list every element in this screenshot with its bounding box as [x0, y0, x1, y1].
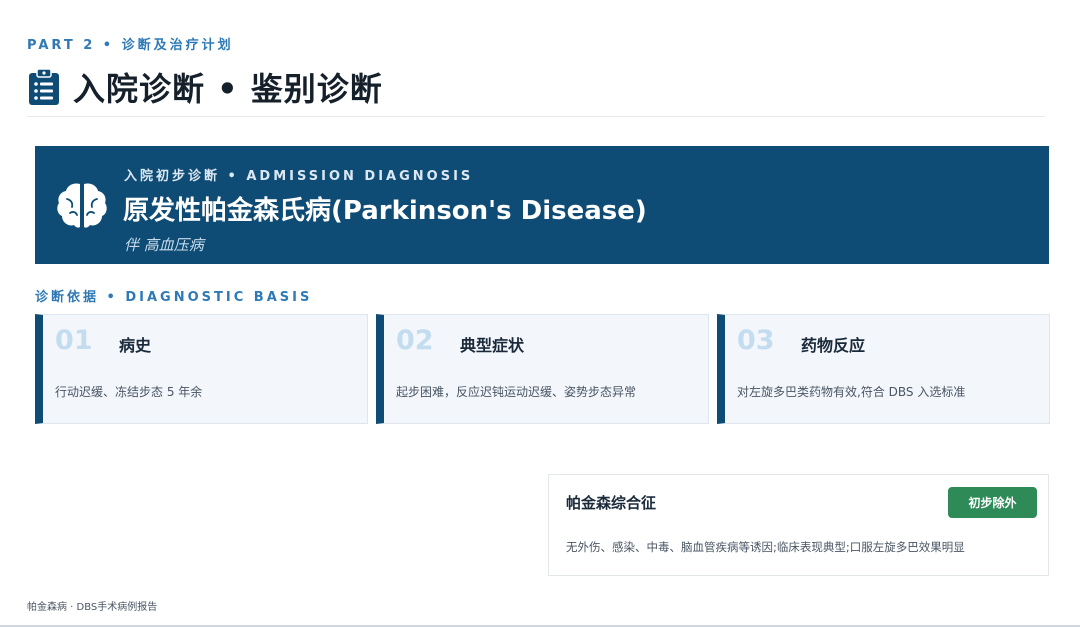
differential-text: 无外伤、感染、中毒、脑血管疾病等诱因;临床表现典型;口服左旋多巴效果明显: [566, 540, 965, 554]
title-divider: [27, 116, 1045, 117]
status-badge[interactable]: 初步除外: [948, 487, 1037, 518]
basis-card-drug-response: 03 药物反应 对左旋多巴类药物有效,符合 DBS 入选标准: [717, 314, 1050, 424]
title-row: 入院诊断 • 鉴别诊断: [27, 64, 383, 110]
diagnostic-basis-label: 诊断依据 • DIAGNOSTIC BASIS: [35, 290, 313, 305]
banner-subtitle: 入院初步诊断 • ADMISSION DIAGNOSIS: [124, 169, 474, 184]
card-text: 对左旋多巴类药物有效,符合 DBS 入选标准: [737, 385, 966, 399]
card-number: 02: [396, 325, 434, 356]
diagnosis-title: 原发性帕金森氏病(Parkinson's Disease): [123, 196, 647, 226]
card-number: 03: [737, 325, 775, 356]
card-text: 行动迟缓、冻结步态 5 年余: [55, 385, 203, 399]
brain-icon: [55, 180, 109, 230]
part-label: PART 2 • 诊断及治疗计划: [27, 38, 234, 53]
card-number: 01: [55, 325, 93, 356]
differential-diagnosis-card: 帕金森综合征 初步除外 无外伤、感染、中毒、脑血管疾病等诱因;临床表现典型;口服…: [548, 474, 1049, 576]
basis-card-symptoms: 02 典型症状 起步困难，反应迟钝运动迟缓、姿势步态异常: [376, 314, 709, 424]
clipboard-icon: [27, 68, 61, 106]
comorbidity-note: 伴 高血压病: [124, 236, 204, 254]
card-title: 药物反应: [801, 336, 866, 355]
card-title: 典型症状: [460, 336, 525, 355]
page-title: 入院诊断 • 鉴别诊断: [73, 70, 383, 108]
basis-card-history: 01 病史 行动迟缓、冻结步态 5 年余: [35, 314, 368, 424]
slide-page: PART 2 • 诊断及治疗计划 入院诊断 • 鉴别诊断 入院初步诊断 • AD…: [0, 0, 1080, 627]
card-text: 起步困难，反应迟钝运动迟缓、姿势步态异常: [396, 385, 637, 399]
card-title: 病史: [119, 336, 152, 355]
differential-title: 帕金森综合征: [566, 494, 657, 512]
admission-diagnosis-banner: 入院初步诊断 • ADMISSION DIAGNOSIS 原发性帕金森氏病(Pa…: [35, 146, 1049, 264]
footer-text: 帕金森病 · DBS手术病例报告: [27, 602, 158, 613]
